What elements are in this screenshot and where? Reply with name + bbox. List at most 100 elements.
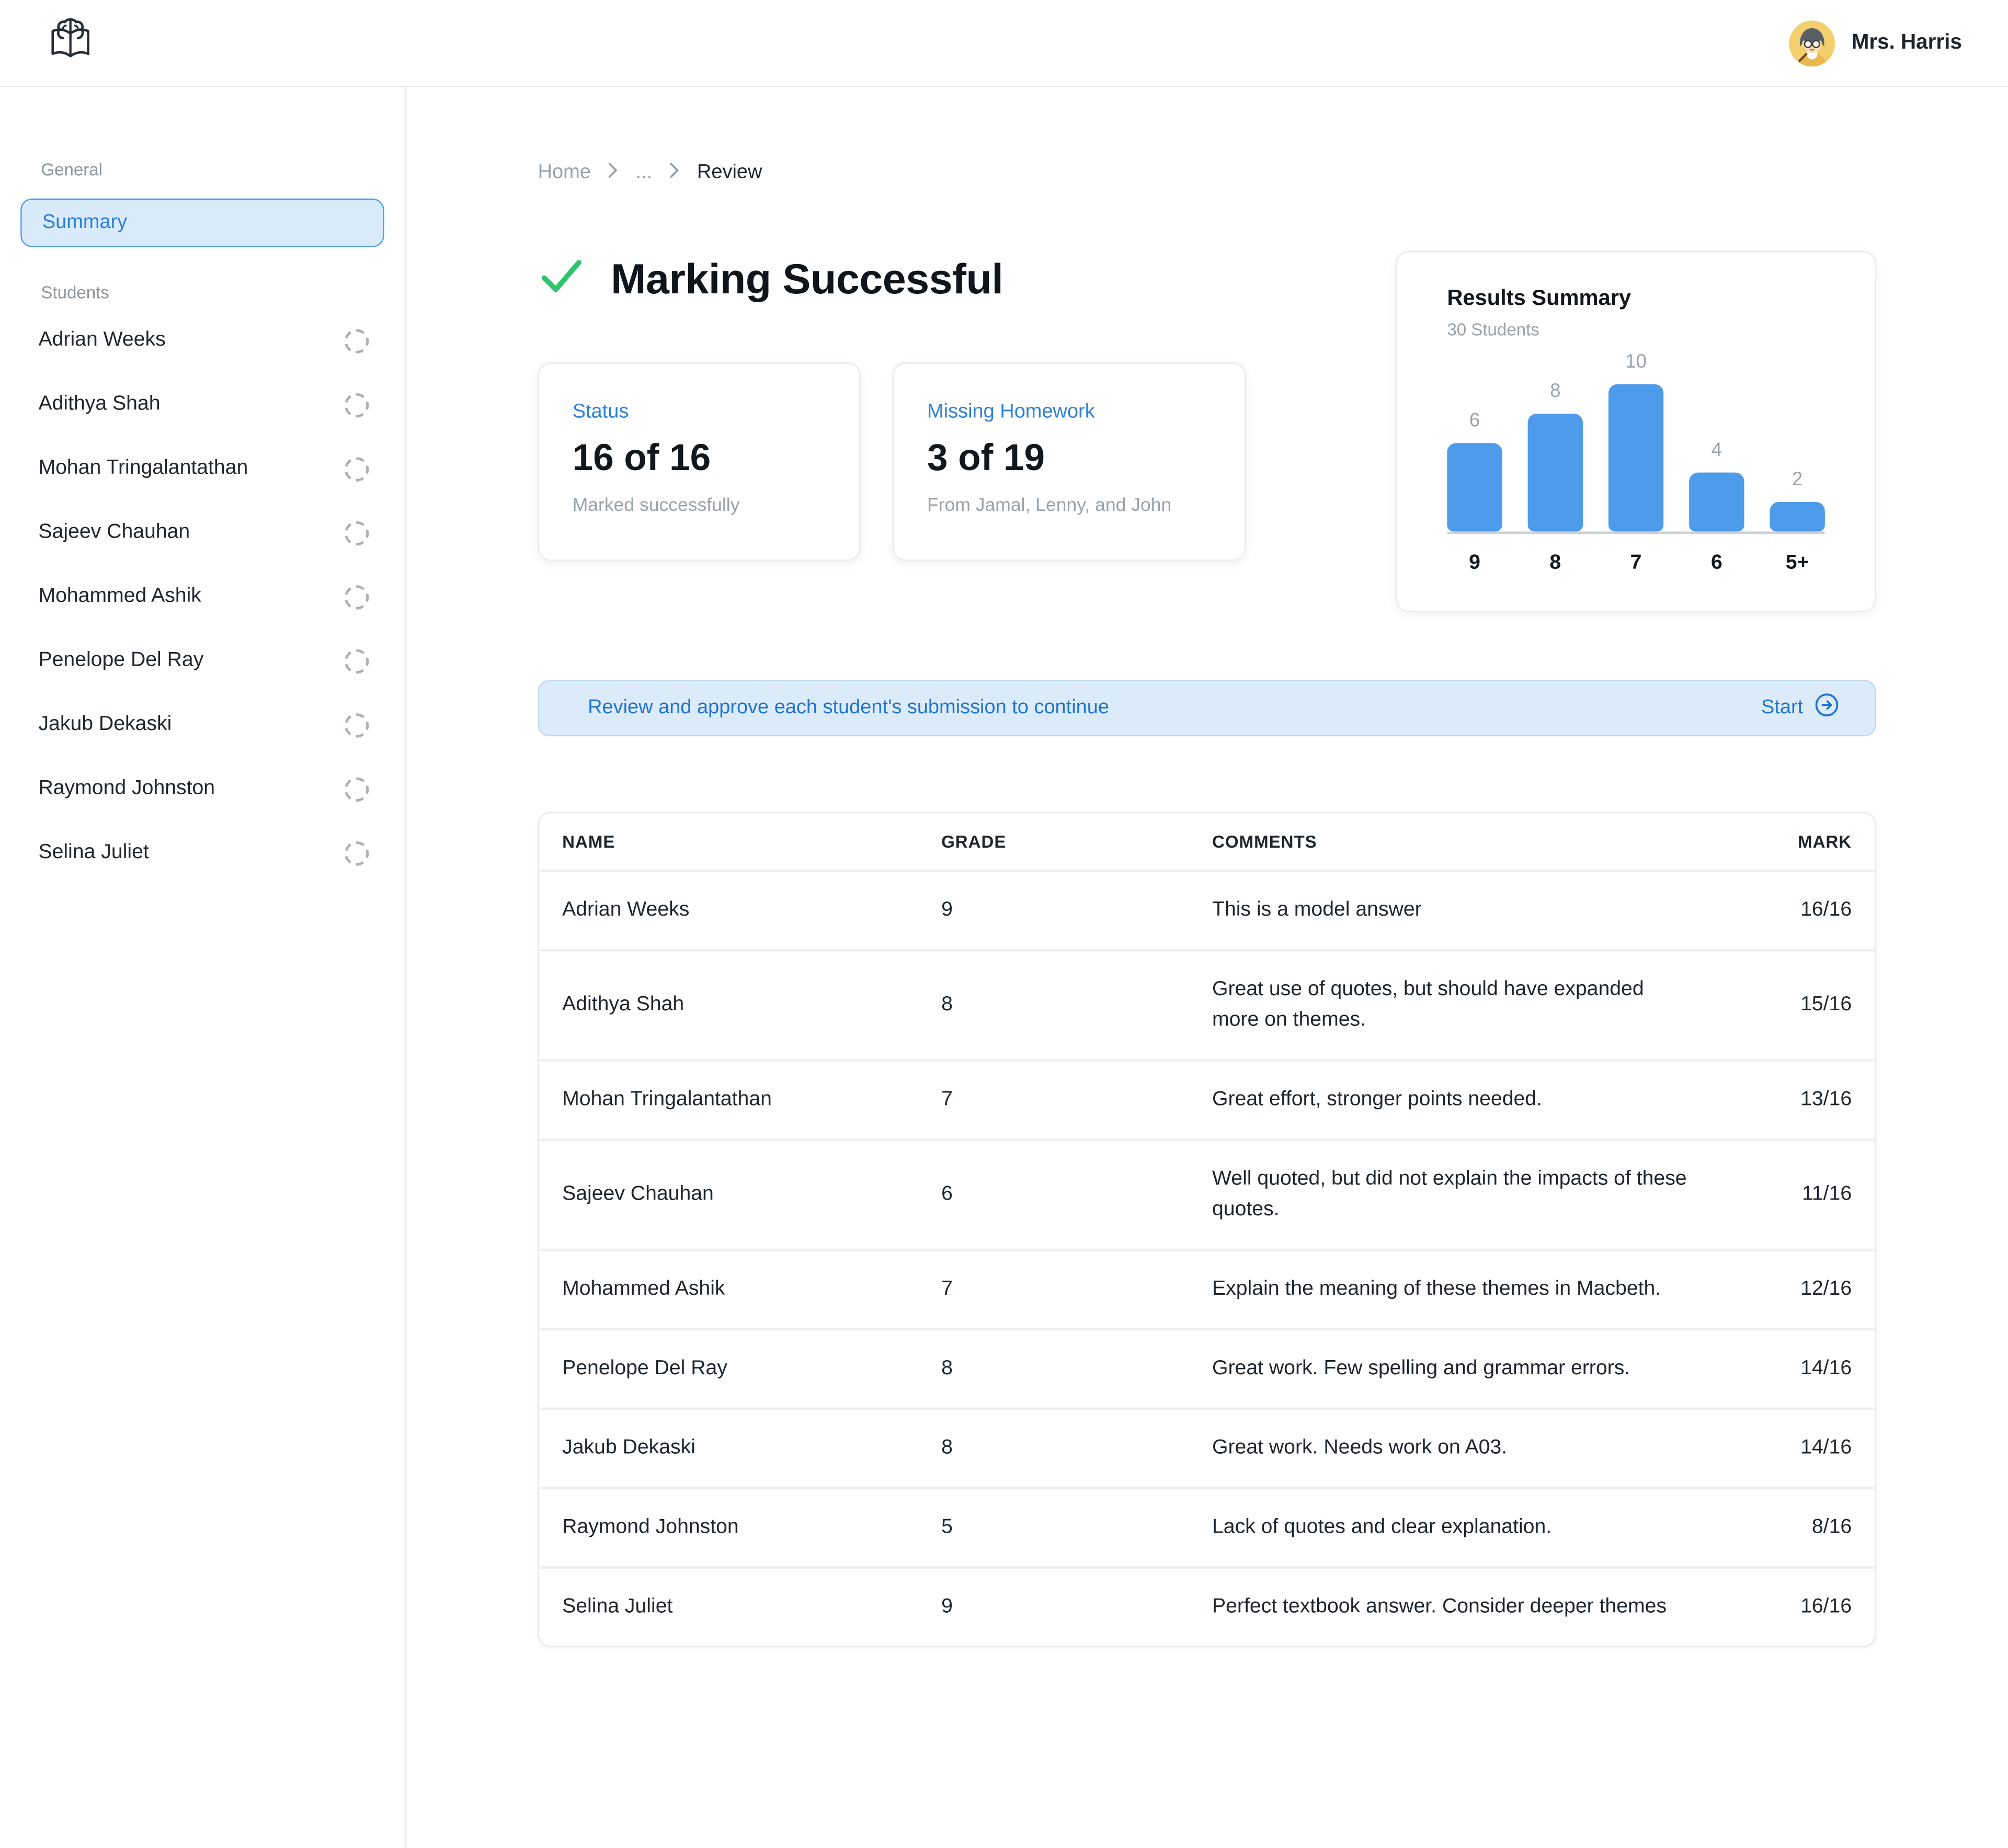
success-check-icon	[538, 252, 586, 306]
cell-name: Sajeev Chauhan	[562, 1180, 941, 1211]
student-name-label: Penelope Del Ray	[38, 649, 203, 672]
breadcrumb-ellipsis[interactable]: ...	[636, 162, 653, 185]
cell-comment: Explain the meaning of these themes in M…	[1212, 1274, 1688, 1305]
results-table: NAME GRADE COMMENTS MARK Adrian Weeks9Th…	[538, 812, 1876, 1647]
cell-name: Mohan Tringalantathan	[562, 1085, 941, 1115]
cell-grade: 5	[941, 1512, 1212, 1543]
cell-grade: 9	[941, 895, 1212, 926]
sidebar-item-student[interactable]: Raymond Johnston	[0, 757, 405, 820]
page-title: Marking Successful	[611, 256, 1003, 302]
arrow-right-circle-icon	[1815, 693, 1839, 724]
axis-category-label: 9	[1447, 552, 1502, 575]
breadcrumb-home[interactable]: Home	[538, 162, 591, 185]
chart-bar-column: 8	[1528, 380, 1583, 531]
review-banner: Review and approve each student's submis…	[538, 680, 1876, 736]
status-circle-icon	[345, 777, 369, 801]
cell-name: Mohammed Ashik	[562, 1274, 941, 1305]
status-card-value: 16 of 16	[573, 438, 826, 479]
cell-name: Raymond Johnston	[562, 1512, 941, 1543]
cell-name: Adithya Shah	[562, 990, 941, 1021]
start-button[interactable]: Start	[1761, 693, 1839, 724]
student-name-label: Raymond Johnston	[38, 778, 215, 801]
axis-category-label: 8	[1528, 552, 1583, 575]
app-logo[interactable]	[46, 15, 95, 70]
table-row[interactable]: Selina Juliet9Perfect textbook answer. C…	[539, 1569, 1875, 1646]
start-button-label: Start	[1761, 697, 1803, 720]
brain-book-logo-icon	[46, 15, 95, 70]
user-menu[interactable]: Mrs. Harris	[1789, 20, 1962, 66]
status-circle-icon	[345, 585, 369, 609]
student-name-label: Sajeev Chauhan	[38, 521, 190, 544]
sidebar-item-student[interactable]: Jakub Dekaski	[0, 693, 405, 757]
cell-comment: Great effort, stronger points needed.	[1212, 1085, 1688, 1115]
status-circle-icon	[345, 713, 369, 737]
user-avatar	[1789, 20, 1835, 66]
cell-comment: Great use of quotes, but should have exp…	[1212, 975, 1688, 1036]
sidebar-item-student[interactable]: Adrian Weeks	[0, 309, 405, 372]
sidebar-item-student[interactable]: Sajeev Chauhan	[0, 501, 405, 565]
cell-mark: 16/16	[1723, 1592, 1852, 1623]
student-name-label: Adithya Shah	[38, 393, 160, 416]
table-row[interactable]: Mohan Tringalantathan7Great effort, stro…	[539, 1062, 1875, 1141]
sidebar-item-summary[interactable]: Summary	[20, 199, 384, 247]
sidebar-item-student[interactable]: Mohan Tringalantathan	[0, 437, 405, 500]
chevron-right-icon	[670, 162, 679, 185]
chart-bar-column: 4	[1689, 439, 1744, 531]
cell-mark: 14/16	[1723, 1433, 1852, 1464]
bar-value-label: 2	[1792, 469, 1802, 490]
table-row[interactable]: Jakub Dekaski8Great work. Needs work on …	[539, 1410, 1875, 1489]
sidebar-item-student[interactable]: Adithya Shah	[0, 373, 405, 437]
table-row[interactable]: Penelope Del Ray8Great work. Few spellin…	[539, 1330, 1875, 1410]
breadcrumb-current: Review	[697, 162, 762, 185]
bar-value-label: 10	[1625, 351, 1647, 373]
chart-bar	[1770, 502, 1824, 531]
table-body: Adrian Weeks9This is a model answer16/16…	[539, 872, 1875, 1646]
chart-bars: 681042	[1447, 351, 1824, 531]
breadcrumb: Home ... Review	[538, 87, 1876, 185]
sidebar-item-student[interactable]: Selina Juliet	[0, 821, 405, 885]
table-header: NAME GRADE COMMENTS MARK	[539, 813, 1875, 872]
cell-grade: 7	[941, 1274, 1212, 1305]
table-row[interactable]: Adrian Weeks9This is a model answer16/16	[539, 872, 1875, 952]
banner-message: Review and approve each student's submis…	[588, 697, 1109, 720]
cell-name: Adrian Weeks	[562, 895, 941, 926]
status-circle-icon	[345, 521, 369, 545]
cell-grade: 8	[941, 990, 1212, 1021]
cell-comment: Great work. Needs work on A03.	[1212, 1433, 1688, 1464]
status-circle-icon	[345, 393, 369, 417]
student-name-label: Adrian Weeks	[38, 329, 165, 352]
chart-bar	[1528, 414, 1583, 531]
status-circle-icon	[345, 328, 369, 353]
cell-name: Jakub Dekaski	[562, 1433, 941, 1464]
cell-comment: Lack of quotes and clear explanation.	[1212, 1512, 1688, 1543]
student-name-label: Mohan Tringalantathan	[38, 457, 248, 480]
cell-mark: 14/16	[1723, 1354, 1852, 1385]
axis-category-label: 5+	[1770, 552, 1824, 575]
sidebar-item-student[interactable]: Penelope Del Ray	[0, 629, 405, 692]
cell-grade: 8	[941, 1433, 1212, 1464]
chart-bar	[1447, 443, 1502, 531]
sidebar: General Summary Students Adrian WeeksAdi…	[0, 87, 406, 1848]
chart-bar	[1608, 384, 1663, 532]
chart-subtitle: 30 Students	[1447, 320, 1824, 340]
table-row[interactable]: Mohammed Ashik7Explain the meaning of th…	[539, 1251, 1875, 1331]
chart-title: Results Summary	[1447, 286, 1824, 311]
table-row[interactable]: Adithya Shah8Great use of quotes, but sh…	[539, 952, 1875, 1062]
cell-mark: 16/16	[1723, 895, 1852, 926]
table-row[interactable]: Sajeev Chauhan6Well quoted, but did not …	[539, 1141, 1875, 1251]
column-header-grade: GRADE	[941, 832, 1212, 851]
cell-mark: 13/16	[1723, 1085, 1852, 1115]
cell-name: Selina Juliet	[562, 1592, 941, 1623]
chart-bar-column: 10	[1608, 351, 1663, 531]
table-row[interactable]: Raymond Johnston5Lack of quotes and clea…	[539, 1489, 1875, 1569]
cell-grade: 6	[941, 1180, 1212, 1211]
chart-categories: 98765+	[1447, 552, 1824, 575]
chart-bar-column: 2	[1770, 469, 1824, 531]
main-content: Home ... Review Marking Successful Statu…	[406, 87, 2008, 1848]
status-card: Status 16 of 16 Marked successfully	[538, 362, 861, 561]
sidebar-item-student[interactable]: Mohammed Ashik	[0, 565, 405, 629]
cell-mark: 8/16	[1723, 1512, 1852, 1543]
chevron-right-icon	[609, 162, 618, 185]
cell-comment: Well quoted, but did not explain the imp…	[1212, 1164, 1688, 1226]
cell-grade: 7	[941, 1085, 1212, 1115]
